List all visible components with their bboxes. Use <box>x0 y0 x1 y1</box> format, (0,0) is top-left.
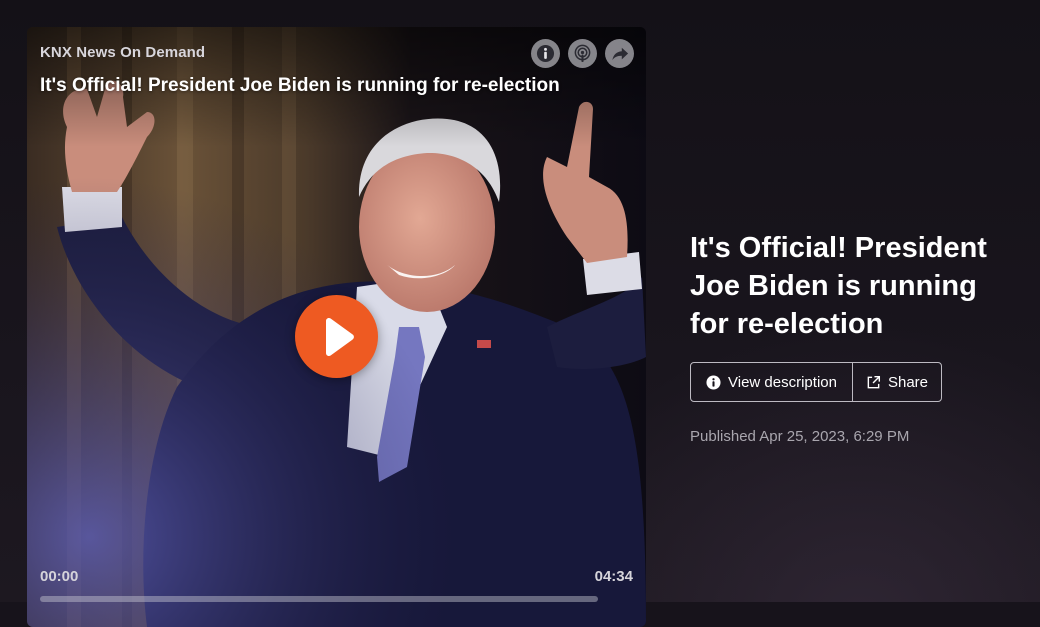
podcast-source[interactable]: KNX News On Demand <box>40 44 205 61</box>
play-icon <box>325 317 354 356</box>
episode-title: It's Official! President Joe Biden is ru… <box>40 75 560 96</box>
podcast-icon <box>574 44 591 63</box>
published-date: Published Apr 25, 2023, 6:29 PM <box>690 428 910 445</box>
share-button[interactable] <box>605 39 634 68</box>
info-icon <box>706 374 721 390</box>
audio-player-card: KNX News On Demand It's Official! Presid… <box>27 27 646 627</box>
info-icon <box>536 44 555 63</box>
episode-info-panel: It's Official! President Joe Biden is ru… <box>690 229 1020 445</box>
share-arrow-icon <box>611 47 628 60</box>
view-description-label: View description <box>728 373 837 391</box>
external-share-icon <box>867 375 880 388</box>
page-title: It's Official! President Joe Biden is ru… <box>690 232 987 340</box>
current-time: 00:00 <box>40 568 79 585</box>
episode-action-group: View description Share <box>690 362 942 402</box>
progress-scrubber[interactable] <box>40 596 598 602</box>
share-label: Share <box>887 373 929 391</box>
player-actions <box>531 39 634 68</box>
view-description-button[interactable]: View description <box>691 363 853 401</box>
total-duration: 04:34 <box>594 568 633 585</box>
podcast-button[interactable] <box>568 39 597 68</box>
share-episode-button[interactable]: Share <box>853 363 941 401</box>
play-button[interactable] <box>295 295 378 378</box>
info-button[interactable] <box>531 39 560 68</box>
